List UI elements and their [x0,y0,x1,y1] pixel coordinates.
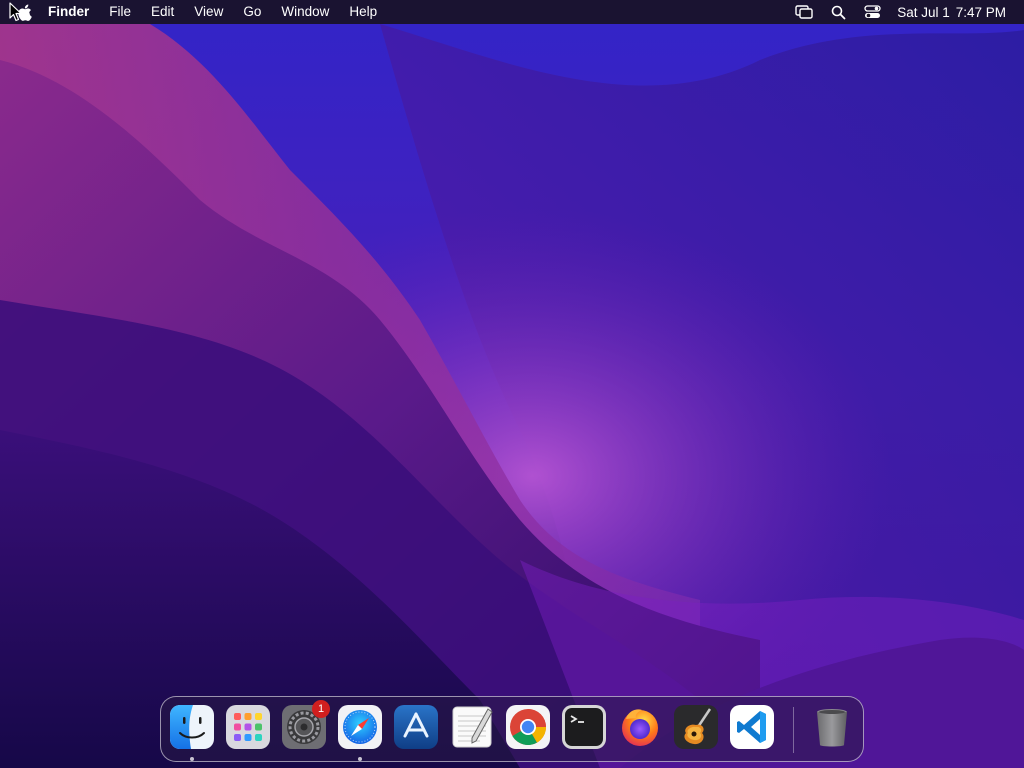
terminal-icon [562,705,606,749]
menu-view[interactable]: View [184,0,233,24]
dock-chrome[interactable] [506,705,550,749]
trash-icon [817,709,847,747]
menu-edit[interactable]: Edit [141,0,184,24]
menu-file[interactable]: File [99,0,141,24]
dock-safari[interactable] [338,705,382,749]
finder-icon [170,705,214,749]
dock-firefox[interactable] [618,705,662,749]
dock: 1 [160,696,864,762]
menu-help[interactable]: Help [339,0,387,24]
vscode-icon [730,705,774,749]
app-store-icon [394,705,438,749]
chrome-icon [506,705,550,749]
clock-date: Sat Jul 1 [897,4,950,20]
safari-icon [338,705,382,749]
menu-bar: Finder File Edit View Go Window Help Sat… [0,0,1024,24]
mouse-pointer-icon [9,2,23,22]
menu-app-finder[interactable]: Finder [42,0,99,24]
clock-time: 7:47 PM [955,4,1006,20]
control-center-icon[interactable] [855,0,889,24]
dock-terminal[interactable] [562,705,606,749]
dock-trash[interactable] [810,705,854,749]
launchpad-icon [226,705,270,749]
dock-finder-running-indicator [190,757,194,761]
screen-mirroring-icon[interactable] [787,0,821,24]
dock-system-settings[interactable]: 1 [282,700,330,749]
system-settings-badge: 1 [312,700,330,718]
dock-vscode[interactable] [730,705,774,749]
dock-app-store[interactable] [394,705,438,749]
menu-bar-clock[interactable]: Sat Jul 1 7:47 PM [897,5,1006,20]
textedit-icon [452,706,493,748]
dock-launchpad[interactable] [226,705,270,749]
dock-safari-running-indicator [358,757,362,761]
dock-garageband[interactable] [674,705,718,749]
garageband-icon [674,705,718,749]
menu-go[interactable]: Go [233,0,271,24]
dock-separator [793,707,794,753]
menu-window[interactable]: Window [271,0,339,24]
firefox-icon [622,709,658,746]
desktop-wallpaper [0,0,1024,768]
dock-textedit[interactable] [450,705,494,749]
spotlight-search-icon[interactable] [821,0,855,24]
dock-finder[interactable] [170,705,214,749]
